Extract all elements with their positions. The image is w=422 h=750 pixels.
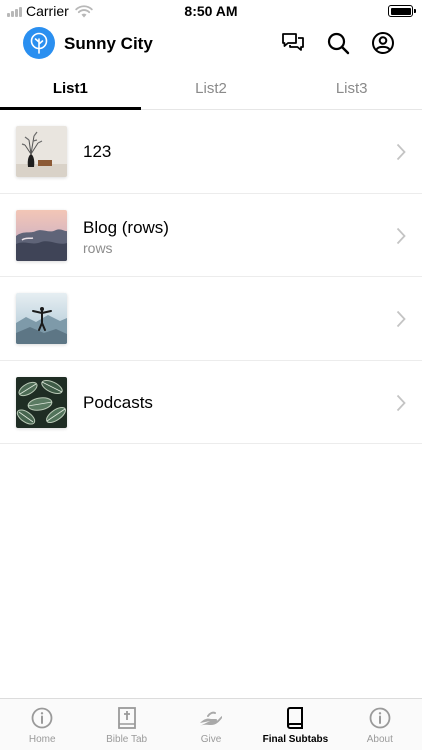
list-item-subtitle: rows (83, 239, 113, 256)
top-tabs: List1 List2 List3 (0, 68, 422, 110)
tree-icon (30, 32, 48, 54)
give-hand-icon (199, 706, 223, 730)
tab-label: Final Subtabs (262, 734, 329, 745)
list-item[interactable] (0, 277, 422, 361)
tab-label: Bible Tab (106, 734, 148, 745)
tab-home[interactable]: Home (0, 699, 84, 750)
tab-bible[interactable]: Bible Tab (84, 699, 168, 750)
tab-label: List1 (52, 80, 88, 97)
bottom-tab-bar: Home Bible Tab Give Final Subtabs About (0, 698, 422, 750)
status-bar: Carrier 8:50 AM (0, 0, 422, 22)
account-button[interactable] (370, 30, 396, 56)
chat-icon (282, 33, 304, 51)
tab-list2[interactable]: List2 (141, 68, 282, 109)
battery-icon (388, 5, 416, 17)
search-icon (327, 32, 350, 55)
account-icon (372, 32, 394, 54)
tab-give[interactable]: Give (169, 699, 253, 750)
list-item[interactable]: Blog (rows) rows (0, 194, 422, 277)
info-icon (368, 706, 392, 730)
chevron-right-icon (396, 310, 406, 328)
info-icon (30, 706, 54, 730)
chat-button[interactable] (280, 30, 306, 56)
chevron-right-icon (396, 227, 406, 244)
list-item-title: Podcasts (83, 392, 153, 412)
content-list: 123 Blog (rows) rows Podcasts (0, 110, 422, 444)
tab-label: Give (200, 734, 222, 745)
tab-list3[interactable]: List3 (281, 68, 422, 109)
app-title: Sunny City (64, 34, 153, 53)
person-mountain-image (16, 293, 67, 344)
tab-label: List3 (335, 80, 368, 97)
bible-icon (115, 706, 139, 730)
book-icon (283, 706, 307, 730)
status-time: 8:50 AM (184, 3, 238, 19)
chevron-right-icon (396, 143, 406, 161)
leaves-image (16, 376, 67, 428)
tab-label: About (366, 734, 393, 745)
list-item-title: 123 (83, 142, 112, 161)
tab-about[interactable]: About (338, 699, 422, 750)
app-header: Sunny City (0, 22, 422, 66)
list-item[interactable]: 123 (0, 110, 422, 194)
list-item[interactable]: Podcasts (0, 361, 422, 444)
tab-label: Home (28, 734, 56, 745)
tab-list1[interactable]: List1 (0, 68, 141, 110)
tab-label: List2 (195, 80, 227, 97)
chevron-right-icon (396, 394, 406, 411)
clouds-image (16, 209, 67, 261)
search-button[interactable] (325, 30, 351, 56)
list-item-title: Blog (rows) (83, 217, 169, 237)
app-logo[interactable] (23, 27, 55, 59)
vase-image (16, 126, 67, 177)
tab-final-subtabs[interactable]: Final Subtabs (253, 699, 337, 750)
